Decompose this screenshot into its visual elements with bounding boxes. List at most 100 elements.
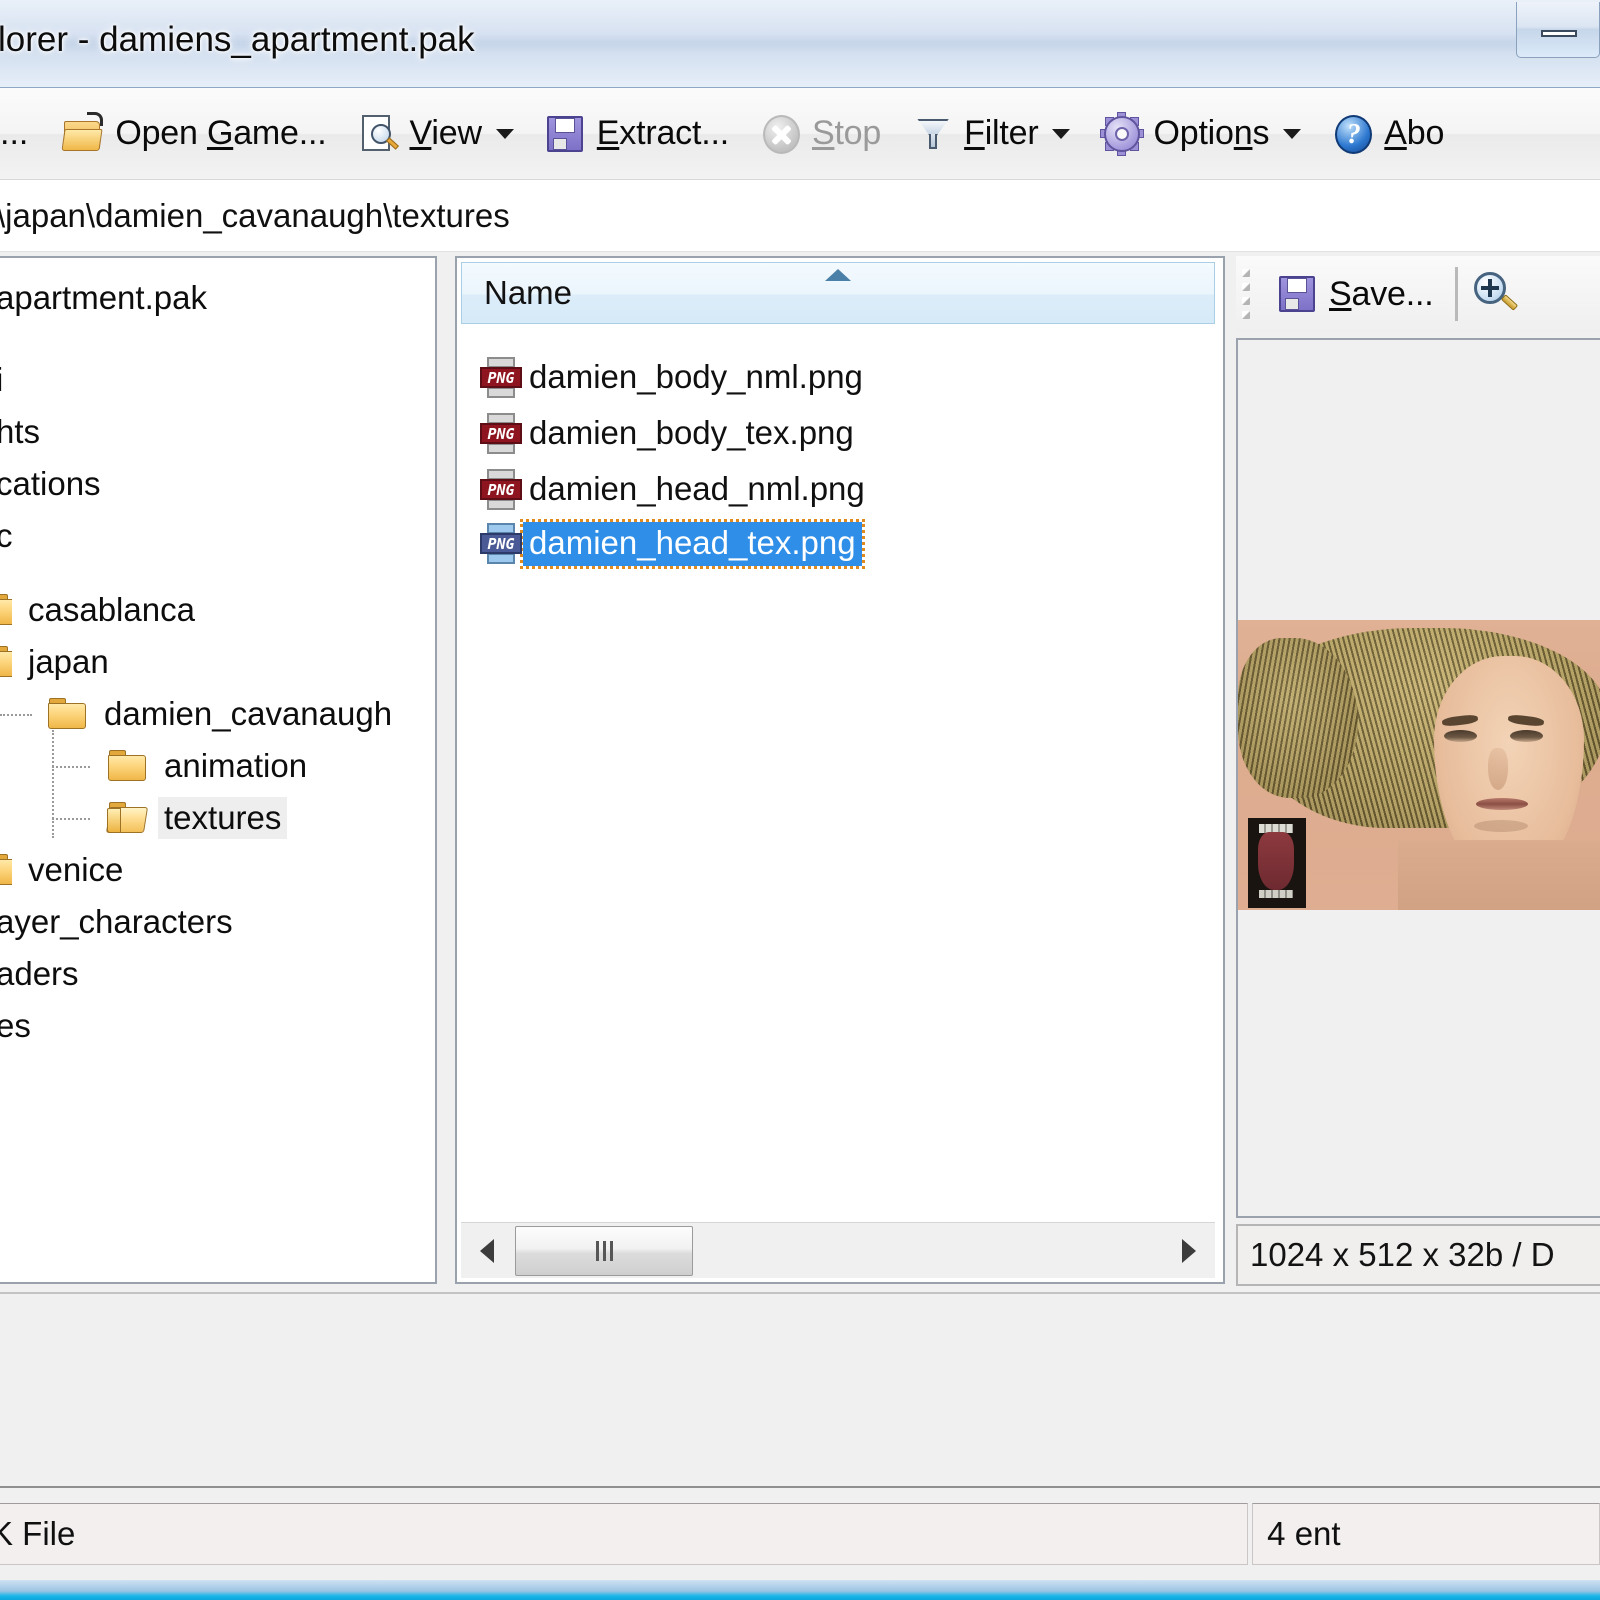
status-bar-right-cell: 4 ent [1252,1503,1600,1565]
toolbar-button-extract[interactable]: Extract... [536,103,737,165]
folder-open-icon [61,111,106,156]
bottom-pane [0,1292,1600,1486]
preview-toolbar-separator [1455,267,1459,321]
preview-toolbar: Save... [1236,256,1600,332]
tree-item-apartment-pak[interactable]: apartment.pak [0,276,213,320]
tree-connector-vertical [52,730,54,838]
texture-neck-region [1398,840,1600,910]
tree-connector-horizontal-damien [0,714,32,716]
tree-item-label: animation [164,747,308,784]
tree-item-label: venice [28,851,124,888]
scrollbar-grip-icon [595,1240,613,1261]
file-name-label: damien_head_nml.png [529,470,865,507]
tree-item-animation[interactable]: animation [108,744,313,788]
file-name-label: damien_head_tex.png [520,519,865,569]
toolbar-button-view[interactable]: View [349,103,526,165]
png-file-icon: PNG [479,522,523,566]
window-controls [1516,2,1600,58]
status-file-type: K File [0,1515,76,1552]
folder-closed-icon [48,698,88,730]
tree-item-venice[interactable]: venice [0,848,129,892]
file-list-row[interactable]: PNG damien_head_nml.png [479,466,871,514]
toolbar-button-stop[interactable]: Stop [751,103,889,165]
toolbar-button-about[interactable]: ? Abo [1323,103,1452,165]
texture-teeth-lower [1259,890,1293,898]
texture-mouth [1476,798,1528,810]
toolbar-button-open[interactable]: ... [0,103,36,165]
tree-item-label: damien_cavanaugh [104,695,393,732]
file-name-label: damien_body_nml.png [529,358,863,395]
png-file-icon: PNG [479,412,523,456]
file-name-label: damien_body_tex.png [529,414,854,451]
folder-closed-icon [0,854,12,886]
file-list-panel[interactable]: Name PNG damien_body_nml.png PNG damien_bod… [455,256,1225,1284]
filter-icon [911,112,955,156]
tree-item-hts[interactable]: hts [0,410,46,454]
scroll-right-arrow-icon[interactable] [1163,1224,1215,1278]
preview-save-label: Save... [1329,274,1434,313]
filter-dropdown-chevron-icon[interactable] [1052,128,1071,139]
file-list-column-header[interactable]: Name [461,262,1215,324]
png-file-icon: PNG [479,468,523,512]
tree-item-damien-cavanaugh[interactable]: damien_cavanaugh [48,692,398,736]
tree-item-label: casablanca [28,591,195,628]
status-bar: K File 4 ent [0,1486,1600,1580]
tree-item-c[interactable]: c [0,514,19,558]
tree-item-japan[interactable]: japan [0,640,115,684]
toolbar-button-options[interactable]: Options [1092,103,1313,165]
tree-item-casablanca[interactable]: casablanca [0,588,201,632]
file-list-row[interactable]: PNG damien_body_tex.png [479,410,860,458]
stop-icon [759,112,803,156]
tree-item-aders[interactable]: aders [0,952,85,996]
toolbar-open-game-label: Open Game... [115,114,327,152]
folder-open-icon [105,802,149,834]
preview-status-bar: 1024 x 512 x 32b / D [1236,1224,1600,1286]
application-window: lorer - damiens_apartment.pak ... Open G… [0,0,1600,1600]
file-list-row[interactable]: PNG damien_head_tex.png [479,519,865,569]
tree-connector-horizontal-animation [52,766,90,768]
drag-gripper-icon[interactable] [1242,266,1258,322]
texture-chin [1474,820,1528,832]
tree-item-label: cations [0,465,101,502]
tree-item-label: ayer_characters [0,903,233,940]
texture-eye-left [1444,730,1477,742]
preview-image-area[interactable] [1236,338,1600,1218]
status-entry-count: 4 ent [1267,1515,1341,1552]
options-dropdown-chevron-icon[interactable] [1283,128,1302,139]
toolbar-open-label: ... [0,114,29,152]
scroll-left-arrow-icon[interactable] [461,1224,513,1278]
file-list-row[interactable]: PNG damien_body_nml.png [479,354,869,402]
toolbar-about-label: Abo [1384,114,1445,152]
tree-item-ayer-characters[interactable]: ayer_characters [0,900,239,944]
path-bar[interactable]: \japan\damien_cavanaugh\textures [0,180,1600,252]
toolbar-button-open-game[interactable]: Open Game... [54,103,334,165]
toolbar-button-filter[interactable]: Filter [903,103,1082,165]
png-file-icon: PNG [479,356,523,400]
scrollbar-thumb[interactable] [515,1225,693,1276]
texture-mouth-detail-patch [1248,818,1306,908]
folder-closed-icon [108,750,148,782]
tree-item-es[interactable]: es [0,1004,37,1048]
minimize-icon [1541,30,1577,37]
toolbar-view-label: View [409,114,482,152]
minimize-button[interactable] [1516,2,1600,58]
help-icon: ? [1331,112,1375,156]
main-toolbar: ... Open Game... View Extract... Stop Fi… [0,88,1600,180]
folder-tree-panel[interactable]: apartment.pak i hts cations ccasablanca japan… [0,256,437,1284]
tree-item-cations[interactable]: cations [0,462,107,506]
tree-item-i[interactable]: i [0,358,9,402]
current-path: \japan\damien_cavanaugh\textures [0,196,510,234]
toolbar-extract-label: Extract... [596,114,729,152]
toolbar-filter-label: Filter [964,114,1039,152]
folder-closed-icon [0,594,12,626]
file-list-horizontal-scrollbar[interactable] [461,1222,1215,1278]
floppy-icon [1276,272,1320,316]
view-dropdown-chevron-icon[interactable] [495,128,514,139]
preview-save-button[interactable]: Save... [1268,263,1441,325]
texture-gum [1258,832,1294,890]
tree-connector-horizontal-textures [52,818,90,820]
sort-ascending-icon [825,269,851,281]
zoom-in-icon[interactable] [1472,270,1520,318]
tree-item-textures[interactable]: textures [105,796,288,840]
title-bar[interactable]: lorer - damiens_apartment.pak [0,0,1600,88]
